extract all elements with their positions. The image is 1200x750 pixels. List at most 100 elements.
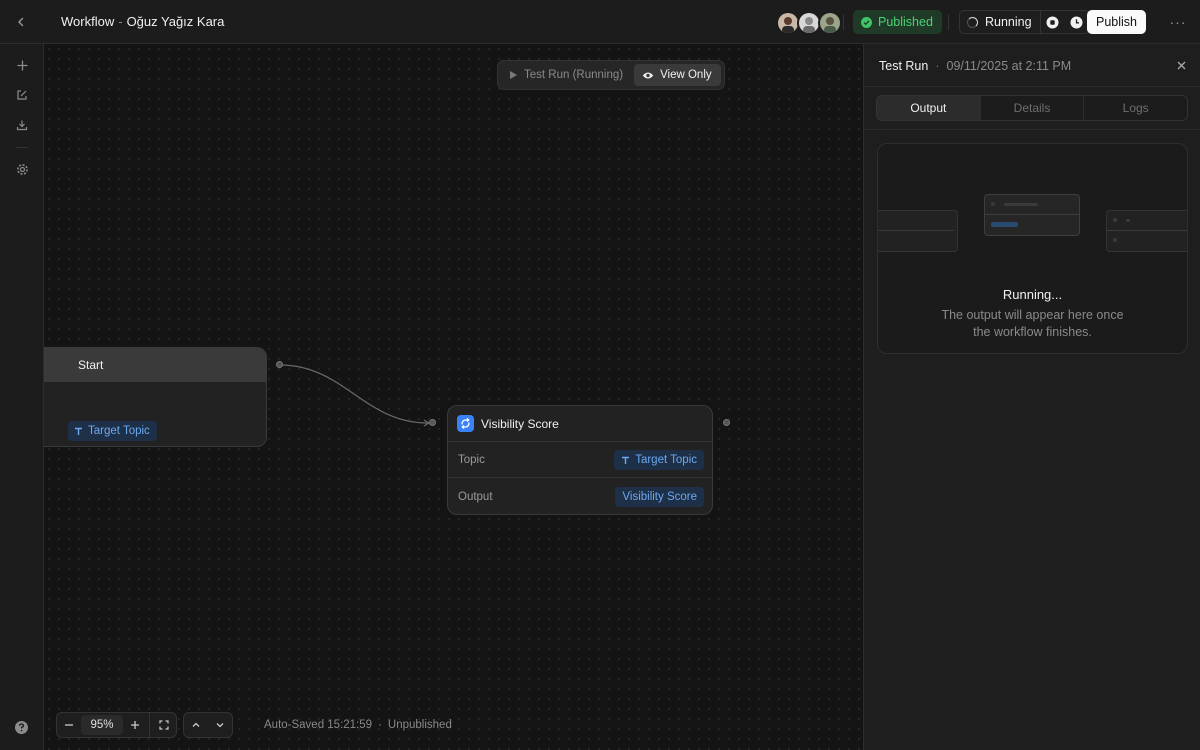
stop-button[interactable] <box>1041 11 1065 33</box>
placeholder-line <box>984 214 1080 215</box>
node-header: Visibility Score <box>448 406 712 442</box>
back-button[interactable] <box>10 11 32 33</box>
node-input-row: Topic Target Topic <box>448 442 712 478</box>
node-output-row: Output Visibility Score <box>448 479 712 515</box>
close-panel-button[interactable] <box>1174 58 1188 72</box>
left-toolbar <box>0 44 44 750</box>
gear-icon <box>16 163 28 175</box>
text-type-icon <box>622 456 630 464</box>
more-options-button[interactable]: ··· <box>1166 11 1190 33</box>
zoom-in-button[interactable] <box>123 713 147 737</box>
edit-button[interactable] <box>11 84 33 106</box>
next-node-button[interactable] <box>208 713 232 737</box>
zoom-controls: 95% <box>56 712 177 738</box>
panel-title: Test Run · 09/11/2025 at 2:11 PM <box>879 59 1071 73</box>
chevron-left-icon <box>18 17 24 27</box>
chevron-up-icon <box>192 722 200 727</box>
pill-label: Visibility Score <box>622 491 697 503</box>
panel-tabs-bar: Output Details Logs <box>864 87 1200 130</box>
title-separator: - <box>118 14 123 29</box>
check-circle-icon <box>861 16 872 28</box>
output-port[interactable] <box>723 419 730 426</box>
run-status-group: Running <box>959 10 1090 34</box>
divider <box>948 14 949 30</box>
status-separator: · <box>378 719 382 731</box>
placeholder-block <box>878 210 958 252</box>
output-desc-line: The output will appear here once <box>941 308 1124 322</box>
output-variable-pill[interactable]: Visibility Score <box>615 487 704 507</box>
publish-button[interactable]: Publish <box>1087 10 1146 34</box>
close-icon <box>1177 61 1185 69</box>
chevron-down-icon <box>216 723 224 728</box>
node-navigation <box>183 712 233 738</box>
auto-saved-text: Auto-Saved 15:21:59 <box>264 719 373 731</box>
published-label: Published <box>878 15 933 29</box>
download-icon <box>16 120 28 131</box>
placeholder-dot <box>1113 238 1117 242</box>
tab-output[interactable]: Output <box>877 96 981 120</box>
node-title: Visibility Score <box>481 416 559 431</box>
start-node[interactable]: Start Target Topic <box>44 347 267 447</box>
title-prefix: Workflow <box>61 14 115 29</box>
plus-icon <box>16 59 28 71</box>
title-user: Oğuz Yağız Kara <box>126 14 225 29</box>
output-port[interactable] <box>276 361 283 368</box>
tab-logs[interactable]: Logs <box>1084 96 1187 120</box>
run-date: 09/11/2025 at 2:11 PM <box>946 59 1072 73</box>
placeholder-dot <box>991 202 995 206</box>
spinner-icon <box>967 16 978 28</box>
download-button[interactable] <box>11 114 33 136</box>
published-badge[interactable]: Published <box>853 10 942 34</box>
panel-header: Test Run · 09/11/2025 at 2:11 PM <box>864 44 1200 87</box>
running-status[interactable]: Running <box>960 11 1041 33</box>
clock-icon <box>1070 16 1083 28</box>
tab-details[interactable]: Details <box>981 96 1085 120</box>
panel-tabs: Output Details Logs <box>876 95 1188 121</box>
node-header: Start <box>44 348 266 382</box>
output-status-description: The output will appear here once the wor… <box>878 307 1187 341</box>
panel-title-separator: · <box>935 59 940 73</box>
input-port[interactable] <box>429 419 436 426</box>
placeholder-block <box>1106 210 1187 252</box>
row-label: Output <box>458 491 493 503</box>
visibility-score-node[interactable]: Visibility Score Topic Target Topic Outp… <box>447 405 713 515</box>
more-icon: ··· <box>1169 14 1187 30</box>
fit-view-button[interactable] <box>152 713 176 737</box>
row-label: Topic <box>458 453 485 466</box>
help-icon <box>15 721 28 734</box>
running-label: Running <box>985 15 1032 29</box>
pill-label: Target Topic <box>88 425 150 437</box>
output-placeholder-card: Running... The output will appear here o… <box>877 143 1188 354</box>
history-button[interactable] <box>1065 11 1089 33</box>
zoom-out-button[interactable] <box>57 713 81 737</box>
page-title: Workflow - Oğuz Yağız Kara <box>61 14 224 29</box>
save-status: Auto-Saved 15:21:59 · Unpublished <box>264 719 452 731</box>
help-button[interactable] <box>14 720 30 736</box>
node-title: Start <box>78 358 104 372</box>
placeholder-line <box>878 230 954 231</box>
avatar[interactable] <box>818 11 842 35</box>
output-desc-line: the workflow finishes. <box>973 325 1092 339</box>
input-variable-pill[interactable]: Target Topic <box>614 450 704 470</box>
placeholder-line <box>991 222 1018 227</box>
fullscreen-icon <box>159 720 169 730</box>
collaborator-avatars <box>776 11 842 35</box>
placeholder-line <box>1126 219 1130 222</box>
refresh-icon <box>457 415 474 432</box>
divider <box>843 14 844 30</box>
previous-node-button[interactable] <box>184 713 208 737</box>
pill-label: Target Topic <box>635 454 697 466</box>
settings-button[interactable] <box>11 158 33 180</box>
zoom-level[interactable]: 95% <box>81 715 123 735</box>
minus-icon <box>65 724 73 726</box>
workflow-canvas[interactable]: Test Run (Running) View Only Start Targe… <box>44 44 863 750</box>
top-bar: Workflow - Oğuz Yağız Kara Published Runni… <box>0 0 1200 44</box>
placeholder-dot <box>1113 218 1117 222</box>
divider <box>149 713 150 737</box>
placeholder-line <box>1106 230 1187 231</box>
publish-status-text: Unpublished <box>387 719 452 731</box>
add-node-button[interactable] <box>11 54 33 76</box>
output-variable-pill[interactable]: Target Topic <box>68 421 157 441</box>
divider <box>16 147 28 148</box>
placeholder-block <box>984 194 1080 236</box>
